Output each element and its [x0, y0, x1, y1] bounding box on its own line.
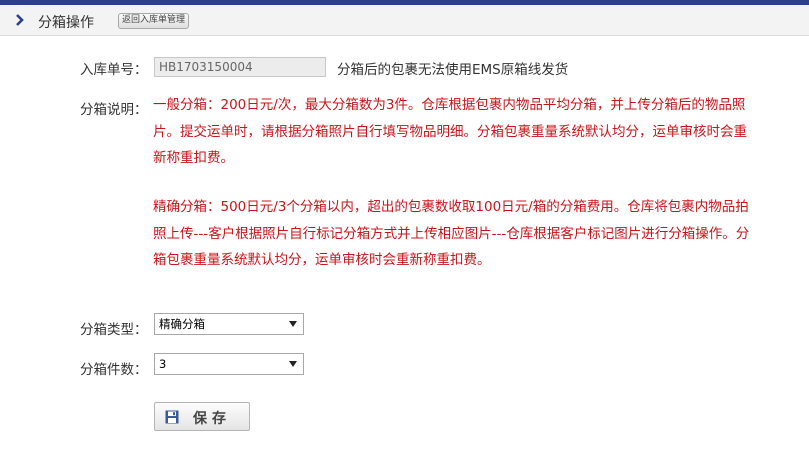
general-split-description: 一般分箱：200日元/次，最大分箱数为3件。仓库根据包裹内物品平均分箱，并上传分…: [153, 97, 747, 166]
order-note: 分箱后的包裹无法使用EMS原箱线发货: [337, 62, 569, 78]
dropdown-arrow-icon: [289, 321, 297, 327]
order-number-label: 入库单号：: [80, 62, 148, 78]
split-type-select[interactable]: 精确分箱: [154, 313, 304, 335]
page-title: 分箱操作: [38, 15, 94, 31]
save-button-label: 保存: [193, 411, 231, 427]
split-type-value: 精确分箱: [159, 317, 205, 331]
split-description-label: 分箱说明：: [80, 102, 148, 118]
precise-split-description: 精确分箱：500日元/3个分箱以内，超出的包裹数收取100日元/箱的分箱费用。仓…: [153, 199, 750, 268]
order-number-field[interactable]: [154, 57, 326, 77]
back-to-inbound-list-button[interactable]: 返回入库单管理: [118, 13, 190, 29]
split-type-label: 分箱类型：: [80, 322, 148, 338]
split-count-select[interactable]: 3: [154, 353, 304, 375]
page-header: 分箱操作 返回入库单管理: [0, 5, 809, 36]
save-button[interactable]: 保存: [154, 402, 250, 431]
chevron-right-icon: [16, 14, 24, 26]
split-count-value: 3: [159, 357, 167, 371]
save-disk-icon: [165, 410, 179, 424]
split-count-label: 分箱件数：: [80, 362, 148, 378]
dropdown-arrow-icon: [289, 361, 297, 367]
